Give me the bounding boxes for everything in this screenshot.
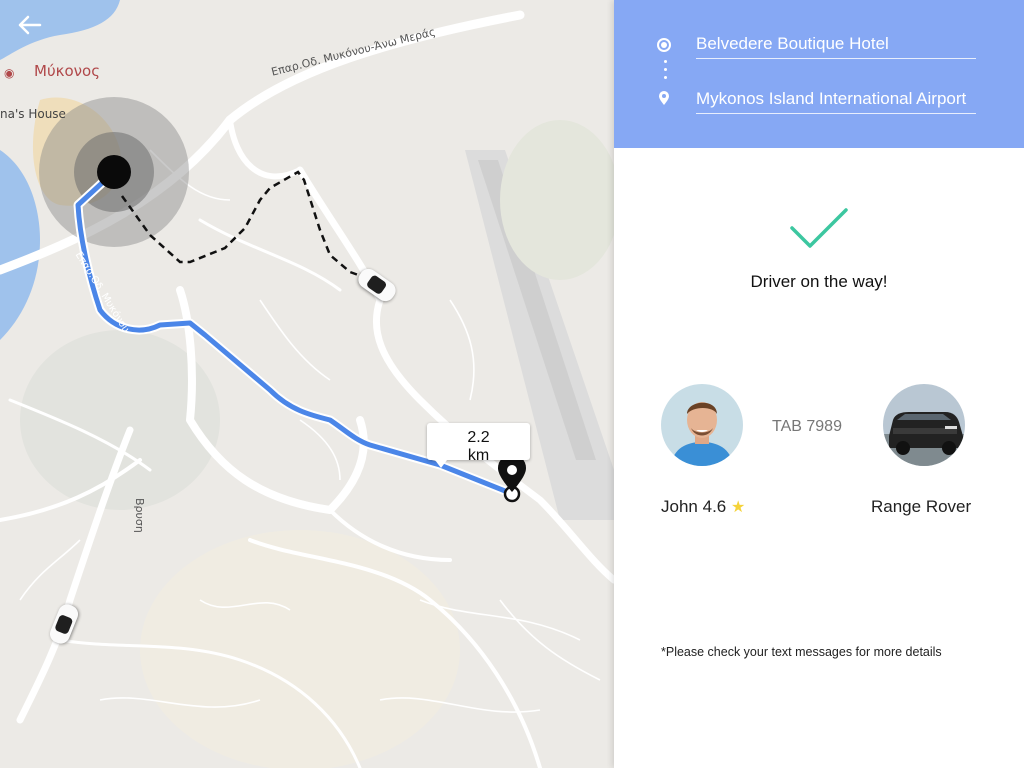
route-dot (664, 76, 667, 79)
driver-avatar (661, 384, 743, 466)
license-plate: TAB 7989 (772, 418, 842, 435)
back-arrow-icon (18, 15, 42, 35)
route-header: Belvedere Boutique Hotel Mykonos Island … (614, 0, 1024, 148)
distance-value: 2.2 (467, 429, 490, 446)
checkmark-icon (790, 208, 848, 248)
driver-info: John 4.6 ★ (661, 497, 745, 517)
destination-pin-icon (659, 91, 669, 105)
status-message: Driver on the way! (750, 272, 888, 291)
town-icon: ◉ (4, 66, 15, 80)
car-model: Range Rover (871, 497, 972, 516)
ride-info-panel: Belvedere Boutique Hotel Mykonos Island … (614, 0, 1024, 768)
pickup-icon (657, 38, 671, 52)
car-photo (883, 384, 965, 466)
map-canvas[interactable] (0, 0, 614, 768)
driver-name: John (661, 497, 698, 516)
info-note: *Please check your text messages for mor… (661, 645, 942, 659)
route-dot (664, 68, 667, 71)
place-label: na's House (0, 107, 66, 121)
driver-rating: 4.6 (702, 497, 727, 516)
town-label: Μύκονος (34, 62, 100, 80)
distance-bubble: 2.2 km (427, 423, 530, 468)
destination-field[interactable]: Mykonos Island International Airport (696, 89, 976, 114)
village-label: Βρυση (133, 498, 146, 533)
map-view[interactable]: Μύκονος ◉ na's House Επαρ.Οδ. Μυκόνου-Άν… (0, 0, 614, 768)
pickup-marker (97, 155, 131, 189)
distance-unit: km (467, 447, 490, 464)
star-icon: ★ (730, 499, 746, 516)
back-button[interactable] (14, 12, 46, 40)
pickup-field[interactable]: Belvedere Boutique Hotel (696, 34, 976, 59)
route-dot (664, 60, 667, 63)
